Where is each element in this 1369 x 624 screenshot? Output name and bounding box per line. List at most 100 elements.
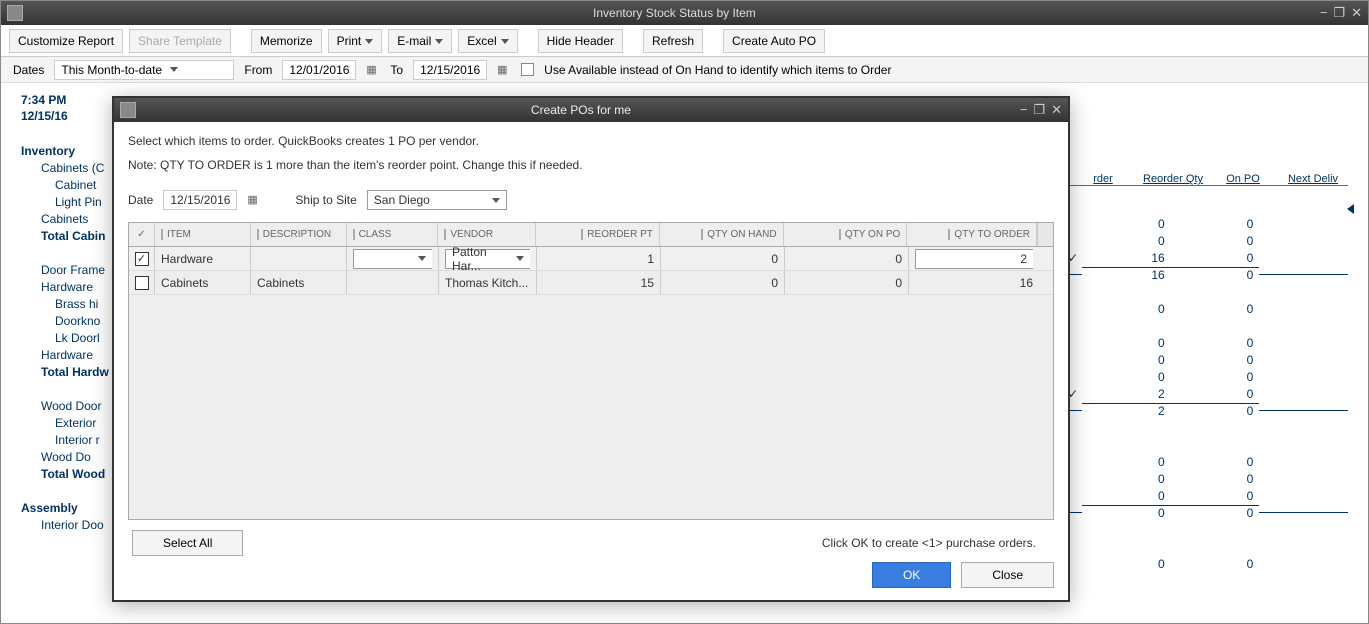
- select-all-button[interactable]: Select All: [132, 530, 243, 556]
- cell-description[interactable]: Cabinets: [251, 271, 347, 294]
- report-value-row: 00: [1068, 470, 1348, 487]
- calendar-icon[interactable]: ▦: [247, 193, 261, 207]
- grid-row[interactable]: CabinetsCabinetsThomas Kitch...150016: [129, 271, 1053, 295]
- report-right-columns: rder Reorder Qty On PO Next Deliv 0000✓1…: [1068, 173, 1348, 572]
- to-label: To: [390, 63, 403, 77]
- minimize-button[interactable]: −: [1320, 5, 1328, 21]
- cell-description[interactable]: [251, 247, 347, 270]
- cell-qty-on-po: 0: [785, 271, 909, 294]
- report-value-row: 00: [1068, 504, 1348, 521]
- cell-item[interactable]: Hardware: [155, 247, 251, 270]
- report-value-row: 00: [1068, 334, 1348, 351]
- chevron-down-icon: [501, 39, 509, 44]
- cell-reorder-qty: 0: [1082, 455, 1171, 469]
- cell-qty-on-po: 0: [785, 247, 909, 270]
- cell-reorder-qty: 16: [1082, 251, 1171, 265]
- cell-on-po: 0: [1171, 505, 1260, 520]
- filter-row: Dates This Month-to-date From 12/01/2016…: [1, 57, 1368, 83]
- cell-on-po: 0: [1171, 267, 1260, 282]
- restore-button[interactable]: ❐: [1333, 5, 1345, 21]
- col-on-po: On PO: [1208, 173, 1278, 185]
- cell-class[interactable]: [347, 247, 439, 270]
- row-checkbox[interactable]: ✓: [135, 252, 149, 266]
- grid-scrollbar[interactable]: [1037, 223, 1053, 246]
- customize-report-button[interactable]: Customize Report: [9, 29, 123, 53]
- chevron-down-icon: [365, 39, 373, 44]
- window-title: Inventory Stock Status by Item: [29, 6, 1320, 20]
- report-value-row: 00: [1068, 351, 1348, 368]
- chevron-down-icon: [492, 198, 500, 203]
- from-date-input[interactable]: 12/01/2016: [282, 60, 356, 80]
- cell-vendor[interactable]: Patton Har...: [439, 247, 537, 270]
- ship-to-site-select[interactable]: San Diego: [367, 190, 507, 210]
- cell-reorder-qty: 2: [1082, 403, 1171, 418]
- row-checkbox[interactable]: [135, 276, 149, 290]
- dialog-hint: Click OK to create <1> purchase orders.: [243, 536, 1036, 550]
- calendar-icon[interactable]: ▦: [497, 63, 511, 77]
- dialog-title: Create POs for me: [142, 103, 1020, 117]
- report-value-row: [1068, 436, 1348, 453]
- cell-on-po: 0: [1171, 353, 1260, 367]
- report-value-row: 00: [1068, 232, 1348, 249]
- to-date-input[interactable]: 12/15/2016: [413, 60, 487, 80]
- checkmark-icon: ✓: [1068, 251, 1082, 265]
- chevron-down-icon: [170, 67, 178, 72]
- cell-item[interactable]: Cabinets: [155, 271, 251, 294]
- report-value-row: 00: [1068, 555, 1348, 572]
- main-titlebar: Inventory Stock Status by Item − ❐ ✕: [1, 1, 1368, 25]
- cell-vendor[interactable]: Thomas Kitch...: [439, 271, 537, 294]
- close-button[interactable]: ✕: [1351, 5, 1362, 21]
- dialog-info-2: Note: QTY TO ORDER is 1 more than the it…: [128, 158, 1054, 172]
- print-button[interactable]: Print: [328, 29, 383, 53]
- excel-button[interactable]: Excel: [458, 29, 517, 53]
- cell-next-deliv: [1259, 274, 1348, 275]
- grid-row[interactable]: ✓HardwarePatton Har...1002: [129, 247, 1053, 271]
- col-next-deliv: Next Deliv: [1278, 173, 1348, 185]
- cell-on-po: 0: [1171, 251, 1260, 265]
- cell-on-po: 0: [1171, 234, 1260, 248]
- dialog-close-button[interactable]: ✕: [1051, 102, 1062, 118]
- header-reorder-pt: REORDER PT: [536, 223, 660, 246]
- cell-qty-to-order[interactable]: 16: [909, 271, 1039, 294]
- checkmark-icon: ✓: [1068, 387, 1082, 401]
- hide-header-button[interactable]: Hide Header: [538, 29, 623, 53]
- calendar-icon[interactable]: ▦: [366, 63, 380, 77]
- cell-reorder-qty: 0: [1082, 234, 1171, 248]
- cell-reorder-qty: 0: [1082, 557, 1171, 571]
- col-reorder-qty: Reorder Qty: [1138, 173, 1208, 185]
- report-value-row: [1068, 538, 1348, 555]
- dialog-minimize-button[interactable]: −: [1020, 102, 1028, 118]
- toolbar: Customize Report Share Template Memorize…: [1, 25, 1368, 57]
- cell-reorder-qty: 2: [1082, 387, 1171, 401]
- dialog-date-input[interactable]: 12/15/2016: [163, 190, 237, 210]
- report-value-row: [1068, 317, 1348, 334]
- chevron-down-icon: [435, 39, 443, 44]
- header-vendor: VENDOR: [438, 223, 536, 246]
- use-available-checkbox[interactable]: [521, 63, 534, 76]
- memorize-button[interactable]: Memorize: [251, 29, 322, 53]
- report-value-row: 00: [1068, 300, 1348, 317]
- refresh-button[interactable]: Refresh: [643, 29, 703, 53]
- cell-reorder-qty: 0: [1082, 505, 1171, 520]
- cell-reorder-qty: 0: [1082, 489, 1171, 503]
- cell-on-po: 0: [1171, 472, 1260, 486]
- report-value-row: [1068, 521, 1348, 538]
- create-auto-po-button[interactable]: Create Auto PO: [723, 29, 825, 53]
- cell-on-po: 0: [1171, 387, 1260, 401]
- cell-on-po: 0: [1171, 336, 1260, 350]
- dialog-close-btn[interactable]: Close: [961, 562, 1054, 588]
- email-button[interactable]: E-mail: [388, 29, 452, 53]
- cell-reorder-qty: 0: [1082, 370, 1171, 384]
- share-template-button[interactable]: Share Template: [129, 29, 231, 53]
- header-class: CLASS: [347, 223, 439, 246]
- dialog-restore-button[interactable]: ❐: [1033, 102, 1045, 118]
- dialog-info-1: Select which items to order. QuickBooks …: [128, 134, 1054, 148]
- report-value-row: 00: [1068, 487, 1348, 504]
- cell-qty-to-order[interactable]: 2: [909, 247, 1039, 270]
- cell-class[interactable]: [347, 271, 439, 294]
- triangle-left-icon: [1347, 204, 1354, 214]
- dates-range-select[interactable]: This Month-to-date: [54, 60, 234, 80]
- dialog-icon: [120, 102, 136, 118]
- report-value-row: 20: [1068, 402, 1348, 419]
- ok-button[interactable]: OK: [872, 562, 951, 588]
